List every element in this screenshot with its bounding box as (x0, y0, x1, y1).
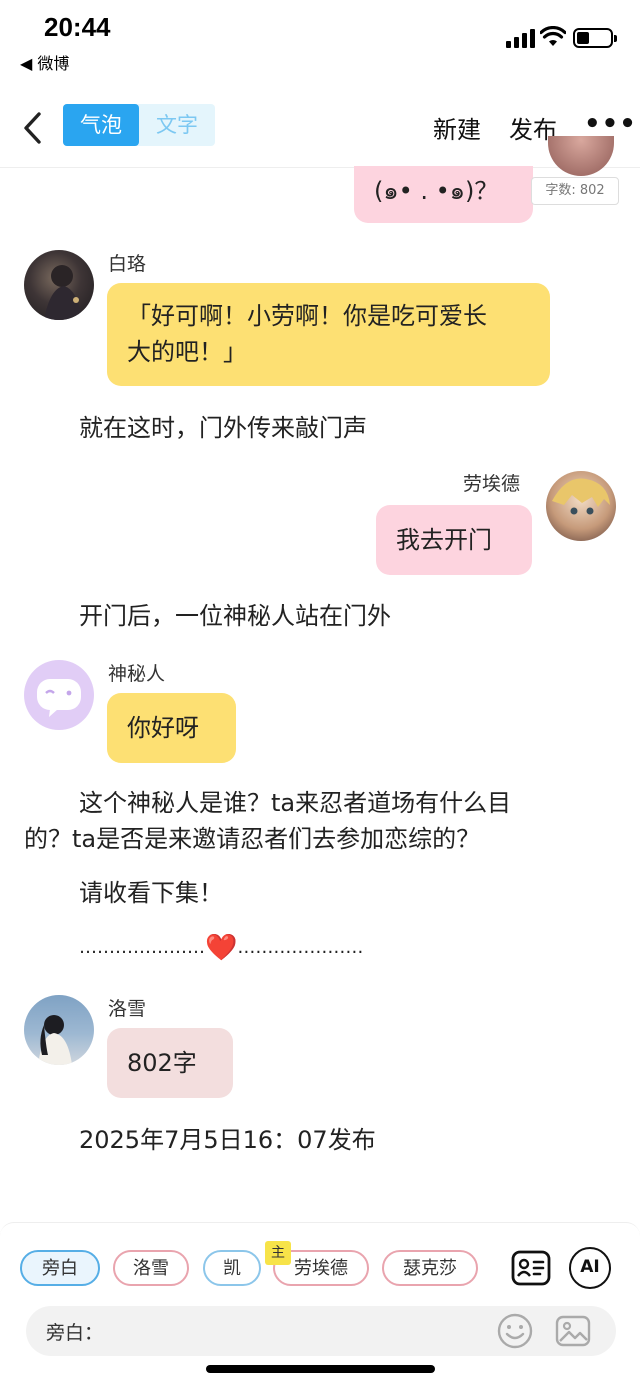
emoji-icon[interactable] (496, 1312, 534, 1350)
narration-text[interactable]: 请收看下集！ (79, 875, 223, 911)
message-bubble-bailuo[interactable]: 「好可啊！小劳啊！你是吃可爱长 大的吧！」 (107, 283, 550, 386)
status-bar: 20:44 ◀ 微博 (0, 0, 640, 80)
narration-text[interactable]: 这个神秘人是谁？ta来忍者道场有什么目 的？ta是否是来邀请忍者们去参加恋综的？ (24, 785, 604, 857)
wifi-icon (540, 26, 566, 46)
sender-name-luoxue: 洛雪 (108, 998, 147, 1020)
divider-dots: ………………… (79, 937, 205, 958)
narration-text[interactable]: 开门后，一位神秘人站在门外 (79, 598, 391, 634)
chat-bubble-icon (37, 679, 81, 717)
message-input-field[interactable]: 旁白： (26, 1306, 616, 1356)
avatar-bailuo[interactable] (24, 250, 94, 320)
battery-icon (573, 28, 617, 48)
sender-name-mystery-person: 神秘人 (108, 663, 166, 685)
more-menu-icon[interactable]: ••• (584, 109, 637, 139)
narration-line: 的？ta是否是来邀请忍者们去参加恋综的？ (24, 825, 481, 853)
avatar-partial[interactable] (548, 136, 614, 176)
role-chip-narrator[interactable]: 旁白 (20, 1250, 100, 1286)
message-text-line: 大的吧！」 (127, 338, 247, 366)
avatar-laoaide[interactable] (546, 471, 616, 541)
ai-label: AI (580, 1257, 600, 1277)
divider-dots: ………………… (237, 937, 364, 958)
narration-line: 这个神秘人是谁？ta来忍者道场有什么目 (79, 789, 512, 817)
sender-name-laoaide: 劳埃德 (463, 473, 521, 495)
role-card-icon[interactable] (510, 1247, 552, 1289)
image-icon[interactable] (554, 1312, 592, 1350)
input-role-label: 旁白： (46, 1322, 104, 1344)
back-to-app-link[interactable]: ◀ 微博 (20, 50, 69, 74)
tab-text-mode[interactable]: 文字 (139, 104, 215, 146)
message-bubble-luoxue[interactable]: 802字 (107, 1028, 233, 1098)
status-time: 20:44 (44, 12, 111, 42)
role-chip-luoxue[interactable]: 洛雪 (113, 1250, 189, 1286)
narration-text[interactable]: 2025年7月5日16：07发布 (79, 1122, 376, 1158)
message-text-line: 「好可啊！小劳啊！你是吃可爱长 (127, 302, 487, 330)
word-count-badge: 字数: 802 (531, 177, 619, 205)
lead-role-badge: 主 (265, 1241, 291, 1265)
avatar-mystery-person[interactable] (24, 660, 94, 730)
role-chip-kai[interactable]: 凯 (203, 1250, 261, 1286)
tab-bubble-mode[interactable]: 气泡 (63, 104, 139, 146)
sender-name-bailuo: 白珞 (108, 253, 147, 275)
mode-toggle: 气泡 文字 (63, 104, 215, 146)
partial-message-bubble[interactable]: (๑• . •๑)？ (354, 166, 533, 223)
ai-assist-button[interactable]: AI (569, 1247, 611, 1289)
narration-text[interactable]: 就在这时，门外传来敲门声 (79, 410, 367, 446)
role-chip-sekesha[interactable]: 瑟克莎 (382, 1250, 478, 1286)
home-indicator[interactable] (206, 1365, 435, 1373)
avatar-luoxue[interactable] (24, 995, 94, 1065)
message-bubble-mystery-person[interactable]: 你好呀 (107, 693, 236, 763)
new-button[interactable]: 新建 (433, 110, 481, 145)
top-nav-bar: 气泡 文字 新建 发布 ••• (0, 90, 640, 168)
heart-icon: ❤️ (205, 933, 238, 963)
back-arrow-icon[interactable] (18, 108, 48, 148)
cellular-signal-icon (506, 28, 536, 48)
narration-divider[interactable]: …………………❤️………………… (79, 930, 363, 966)
message-bubble-laoaide[interactable]: 我去开门 (376, 505, 532, 575)
